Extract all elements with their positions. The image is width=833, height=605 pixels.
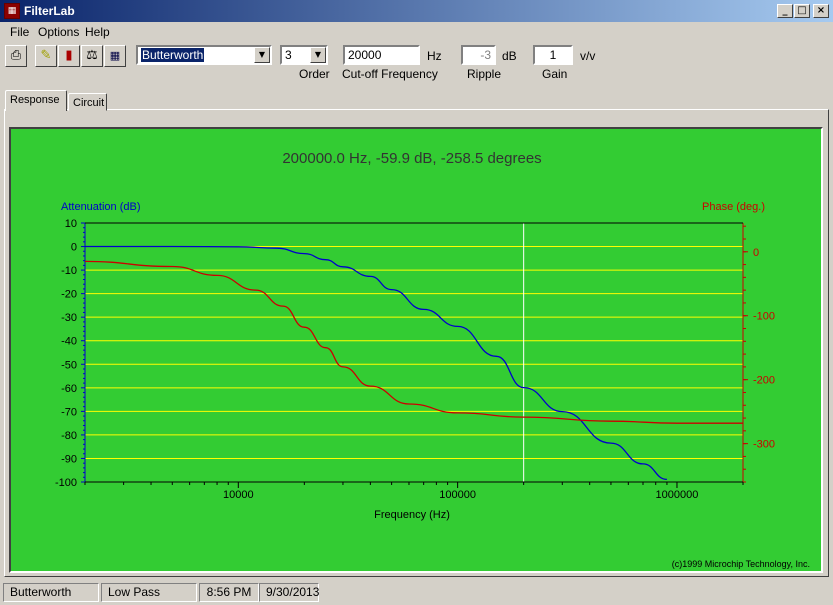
status-time: 8:56 PM bbox=[199, 583, 259, 602]
y-tick-label: -10 bbox=[61, 265, 77, 277]
y-tick-label: -80 bbox=[61, 430, 77, 442]
y2-tick-label: 0 bbox=[753, 247, 759, 259]
y-tick-label: -70 bbox=[61, 406, 77, 418]
x-tick-label: 100000 bbox=[439, 489, 476, 501]
x-tick-label: 1000000 bbox=[656, 489, 699, 501]
status-type: Low Pass bbox=[101, 583, 197, 602]
y2-tick-label: -200 bbox=[753, 375, 775, 387]
y-tick-label: -50 bbox=[61, 359, 77, 371]
y-tick-label: -30 bbox=[61, 312, 77, 324]
status-date: 9/30/2013 bbox=[259, 583, 319, 602]
y-tick-label: 0 bbox=[71, 242, 77, 254]
y-tick-label: -100 bbox=[55, 477, 77, 489]
attenuation-curve bbox=[84, 245, 667, 481]
y-tick-label: -40 bbox=[61, 336, 77, 348]
y-tick-label: -20 bbox=[61, 289, 77, 301]
tab-response[interactable]: Response bbox=[5, 90, 67, 111]
copyright: (c)1999 Microchip Technology, Inc. bbox=[672, 559, 810, 569]
y-axis-label: Attenuation (dB) bbox=[61, 201, 141, 213]
y2-tick-label: -100 bbox=[753, 311, 775, 323]
x-axis-label: Frequency (Hz) bbox=[374, 509, 450, 521]
status-filter: Butterworth bbox=[3, 583, 99, 602]
phase-curve bbox=[84, 260, 743, 424]
x-tick-label: 10000 bbox=[223, 489, 254, 501]
y2-tick-label: -300 bbox=[753, 439, 775, 451]
readout-text: 200000.0 Hz, -59.9 dB, -258.5 degrees bbox=[282, 150, 541, 167]
y-tick-label: -60 bbox=[61, 383, 77, 395]
status-bar: Butterworth Low Pass 8:56 PM 9/30/2013 bbox=[0, 580, 833, 605]
response-chart: 200000.0 Hz, -59.9 dB, -258.5 degrees At… bbox=[55, 150, 810, 569]
y-tick-label: -90 bbox=[61, 453, 77, 465]
y2-axis-label: Phase (deg.) bbox=[702, 201, 765, 213]
y-tick-label: 10 bbox=[65, 218, 77, 230]
